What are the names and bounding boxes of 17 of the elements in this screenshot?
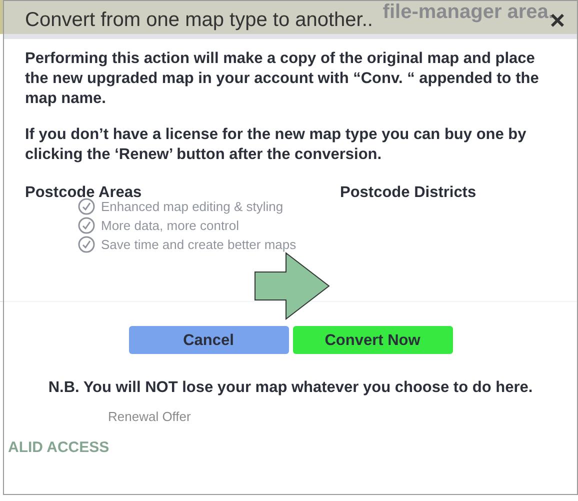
source-map-type: Postcode Areas: [25, 183, 143, 202]
cancel-button[interactable]: Cancel: [128, 326, 288, 354]
target-map-type: Postcode Districts: [340, 183, 476, 203]
check-circle-icon: [78, 198, 95, 215]
dialog-title: Convert from one map type to another..: [25, 8, 373, 33]
check-circle-icon: [78, 236, 95, 253]
feature-text: Save time and create better maps: [101, 236, 296, 252]
check-circle-icon: [78, 217, 95, 234]
info-paragraph: If you don’t have a license for the new map type you can buy one by clicking the ‘Renew’ button after the conversion.: [25, 125, 528, 165]
access-status-text: ALID ACCESS: [8, 438, 110, 458]
info-paragraph: Performing this action will make a copy of the original map and place the new upgraded map in your account with “Conv. “ appended to the map name.: [25, 49, 540, 109]
feature-text: More data, more control: [101, 218, 240, 234]
feature-text: Enhanced map editing & styling: [101, 198, 284, 214]
convert-button[interactable]: Convert Now: [292, 326, 452, 354]
right-arrow-icon: [254, 252, 330, 320]
note-text: N.B. You will NOT lose your map whatever you choose to do here.: [47, 378, 534, 398]
renewal-offer-text: Renewal Offer: [108, 408, 191, 426]
